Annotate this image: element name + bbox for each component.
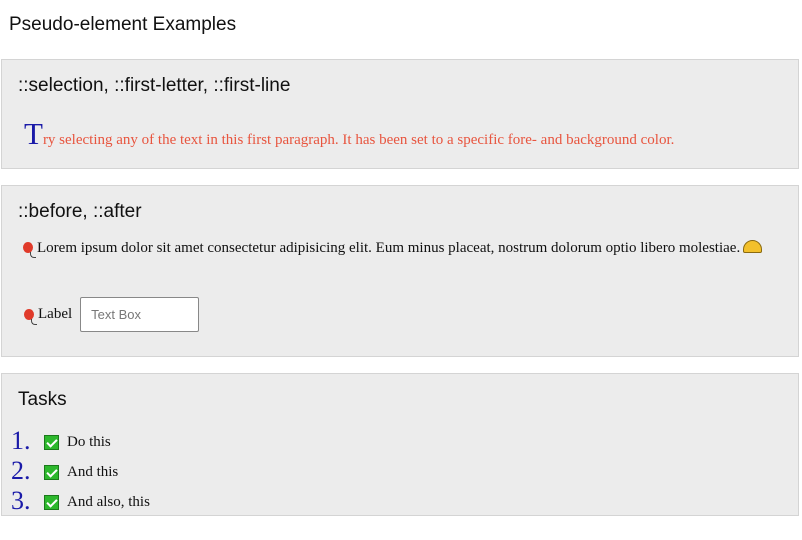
task-text: Do this xyxy=(67,434,111,450)
first-letter: T xyxy=(24,116,43,151)
checkmark-icon[interactable] xyxy=(44,435,59,450)
task-item: 1. Do this xyxy=(11,424,150,454)
before-after-section: ::before, ::after Lorem ipsum dolor sit … xyxy=(1,185,799,357)
lorem-paragraph: Lorem ipsum dolor sit amet consectetur a… xyxy=(23,240,783,258)
tasks-section: Tasks 1. Do this 2. And this 3. And also… xyxy=(1,373,799,516)
task-item: 2. And this xyxy=(11,454,150,484)
tasks-heading: Tasks xyxy=(18,389,67,410)
selection-paragraph[interactable]: Try selecting any of the text in this fi… xyxy=(24,118,674,149)
text-box-input[interactable]: Text Box xyxy=(80,297,200,332)
text-box-placeholder: Text Box xyxy=(91,307,142,322)
task-item: 3. And also, this xyxy=(11,484,150,514)
task-text: And this xyxy=(67,464,119,480)
checkmark-icon[interactable] xyxy=(44,465,59,480)
selection-heading: ::selection, ::first-letter, ::first-lin… xyxy=(18,75,291,96)
task-text: And also, this xyxy=(67,494,150,510)
task-number: 3. xyxy=(11,486,31,515)
balloon-icon xyxy=(24,309,37,325)
text-box-label: Label xyxy=(38,306,73,322)
selection-section: ::selection, ::first-letter, ::first-lin… xyxy=(1,59,799,169)
before-after-heading: ::before, ::after xyxy=(18,201,142,222)
lorem-text: Lorem ipsum dolor sit amet consectetur a… xyxy=(37,240,741,256)
task-list: 1. Do this 2. And this 3. And also, this xyxy=(11,424,150,514)
balloon-icon xyxy=(23,242,36,258)
label-row: Label Text Box xyxy=(24,297,200,332)
page-title: Pseudo-element Examples xyxy=(9,14,237,35)
taco-icon xyxy=(743,240,763,253)
checkmark-icon[interactable] xyxy=(44,495,59,510)
paragraph-rest: ry selecting any of the text in this fir… xyxy=(42,132,675,148)
task-number: 1. xyxy=(11,426,31,455)
task-number: 2. xyxy=(11,456,31,485)
